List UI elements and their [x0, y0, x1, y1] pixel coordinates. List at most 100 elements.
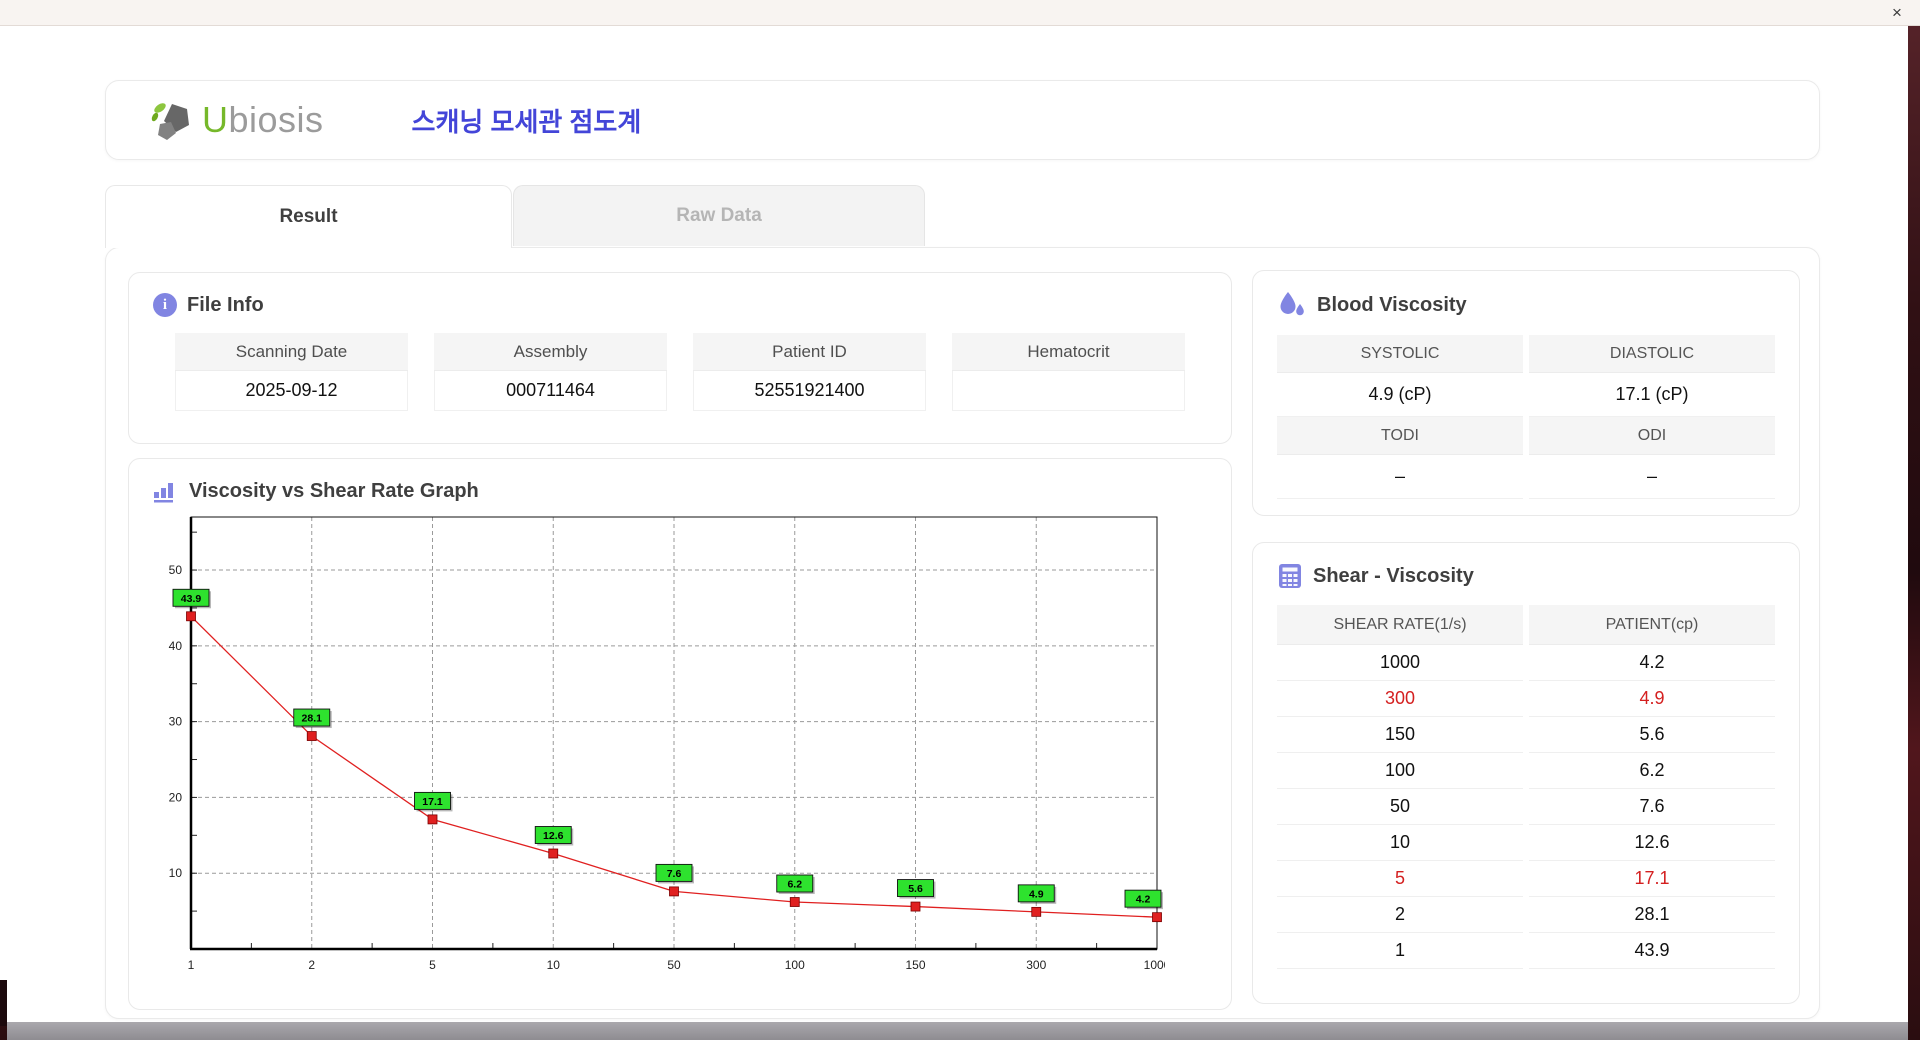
file-info-title: File Info [187, 293, 264, 316]
patient-cell: 12.6 [1529, 825, 1775, 861]
file-info-field: Hematocrit [952, 333, 1185, 411]
shear-viscosity-header-row: SHEAR RATE(1/s) PATIENT(cp) [1277, 605, 1775, 645]
viscosity-graph-panel: Viscosity vs Shear Rate Graph 10 20 30 40 50… [128, 458, 1232, 1010]
water-drops-icon [1280, 292, 1304, 316]
svg-text:2: 2 [308, 958, 315, 972]
file-info-field: Scanning Date 2025-09-12 [175, 333, 408, 411]
logo-text-rest: biosis [228, 99, 324, 140]
file-info-fields: Scanning Date 2025-09-12 Assembly 000711464… [153, 333, 1207, 411]
table-row: 1 43.9 [1277, 933, 1775, 969]
viscosity-chart: 10 20 30 40 50 1 2 5 10 50 100 150 300 1000 43.9 28.1 17… [155, 511, 1207, 986]
window-edge [0, 980, 7, 1026]
table-row: 10 12.6 [1277, 825, 1775, 861]
patient-cell: 28.1 [1529, 897, 1775, 933]
logo-letter-u: U [202, 99, 229, 140]
blood-viscosity-grid: SYSTOLIC DIASTOLIC 4.9 (cP) 17.1 (cP) TODI OD… [1277, 335, 1775, 499]
app-window: Ubiosis 스캐닝 모세관 점도계 Result Raw Data i Fi… [0, 26, 1908, 1022]
table-row: 2 28.1 [1277, 897, 1775, 933]
blood-viscosity-panel: Blood Viscosity SYSTOLIC DIASTOLIC 4.9 (cP… [1252, 270, 1800, 516]
ubiosis-logo: Ubiosis [150, 98, 324, 142]
blood-viscosity-label: DIASTOLIC [1529, 335, 1775, 373]
table-row: 300 4.9 [1277, 681, 1775, 717]
file-info-field: Assembly 000711464 [434, 333, 667, 411]
shear-rate-cell: 300 [1277, 681, 1523, 717]
file-info-field-label: Assembly [434, 333, 667, 371]
file-info-field-value: 52551921400 [693, 371, 926, 411]
info-icon: i [153, 293, 177, 317]
shear-rate-cell: 1000 [1277, 645, 1523, 681]
graph-title: Viscosity vs Shear Rate Graph [189, 479, 479, 502]
shear-rate-cell: 2 [1277, 897, 1523, 933]
svg-text:40: 40 [169, 639, 183, 653]
table-row: 150 5.6 [1277, 717, 1775, 753]
blood-viscosity-value: – [1277, 455, 1523, 499]
shear-rate-cell: 1 [1277, 933, 1523, 969]
ubiosis-logo-mark [151, 103, 189, 140]
shear-viscosity-table: SHEAR RATE(1/s) PATIENT(cp) 1000 4.2 300 4.9 1… [1277, 605, 1775, 969]
table-row: 100 6.2 [1277, 753, 1775, 789]
file-info-field-label: Hematocrit [952, 333, 1185, 371]
close-icon[interactable]: × [1886, 2, 1908, 24]
svg-text:43.9: 43.9 [181, 593, 202, 605]
patient-cell: 43.9 [1529, 933, 1775, 969]
patient-cell: 5.6 [1529, 717, 1775, 753]
shear-rate-cell: 50 [1277, 789, 1523, 825]
table-row: 50 7.6 [1277, 789, 1775, 825]
shear-viscosity-title: Shear - Viscosity [1313, 564, 1474, 587]
svg-text:6.2: 6.2 [787, 879, 802, 891]
svg-text:7.6: 7.6 [667, 868, 682, 880]
tab-result[interactable]: Result [105, 185, 512, 248]
svg-text:300: 300 [1026, 958, 1046, 972]
shear-rate-cell: 150 [1277, 717, 1523, 753]
app-title: 스캐닝 모세관 점도계 [411, 106, 642, 137]
blood-viscosity-value: – [1529, 455, 1775, 499]
column-header: PATIENT(cp) [1529, 605, 1775, 645]
column-header: SHEAR RATE(1/s) [1277, 605, 1523, 645]
svg-text:20: 20 [169, 790, 183, 804]
blood-viscosity-label: TODI [1277, 417, 1523, 455]
svg-text:5: 5 [429, 958, 436, 972]
table-row: 5 17.1 [1277, 861, 1775, 897]
file-info-field-value: 000711464 [434, 371, 667, 411]
file-info-field-label: Patient ID [693, 333, 926, 371]
blood-viscosity-title: Blood Viscosity [1317, 293, 1467, 316]
patient-cell: 4.2 [1529, 645, 1775, 681]
file-info-field-value: 2025-09-12 [175, 371, 408, 411]
svg-text:4.2: 4.2 [1136, 894, 1151, 906]
svg-text:50: 50 [667, 958, 681, 972]
blood-viscosity-value: 17.1 (cP) [1529, 373, 1775, 417]
taskbar-edge [7, 1022, 1908, 1040]
svg-text:10: 10 [547, 958, 561, 972]
patient-cell: 7.6 [1529, 789, 1775, 825]
titlebar: × [0, 0, 1920, 26]
file-info-field-value [952, 371, 1185, 411]
blood-viscosity-label: ODI [1529, 417, 1775, 455]
header-card: Ubiosis 스캐닝 모세관 점도계 [105, 80, 1820, 160]
file-info-panel: i File Info Scanning Date 2025-09-12 Assem… [128, 272, 1232, 444]
svg-text:150: 150 [905, 958, 925, 972]
table-row: 1000 4.2 [1277, 645, 1775, 681]
svg-text:100: 100 [785, 958, 805, 972]
patient-cell: 4.9 [1529, 681, 1775, 717]
svg-text:17.1: 17.1 [422, 796, 443, 808]
patient-cell: 6.2 [1529, 753, 1775, 789]
svg-text:10: 10 [169, 866, 183, 880]
calculator-icon [1279, 564, 1301, 588]
svg-text:4.9: 4.9 [1029, 888, 1044, 900]
svg-text:5.6: 5.6 [908, 883, 923, 895]
svg-text:28.1: 28.1 [302, 713, 323, 725]
patient-cell: 17.1 [1529, 861, 1775, 897]
shear-viscosity-panel: Shear - Viscosity SHEAR RATE(1/s) PATIENT… [1252, 542, 1800, 1004]
shear-rate-cell: 5 [1277, 861, 1523, 897]
svg-text:30: 30 [169, 715, 183, 729]
shear-rate-cell: 100 [1277, 753, 1523, 789]
viscosity-chart-svg: 10 20 30 40 50 1 2 5 10 50 100 150 300 1000 43.9 28.1 17… [169, 516, 1171, 972]
result-content-card: i File Info Scanning Date 2025-09-12 Assem… [105, 247, 1820, 1019]
tab-raw-data[interactable]: Raw Data [513, 185, 925, 246]
svg-text:50: 50 [169, 563, 183, 577]
bar-chart-icon [154, 483, 173, 503]
svg-text:12.6: 12.6 [543, 830, 564, 842]
shear-rate-cell: 10 [1277, 825, 1523, 861]
svg-text:1: 1 [188, 958, 195, 972]
blood-viscosity-label: SYSTOLIC [1277, 335, 1523, 373]
